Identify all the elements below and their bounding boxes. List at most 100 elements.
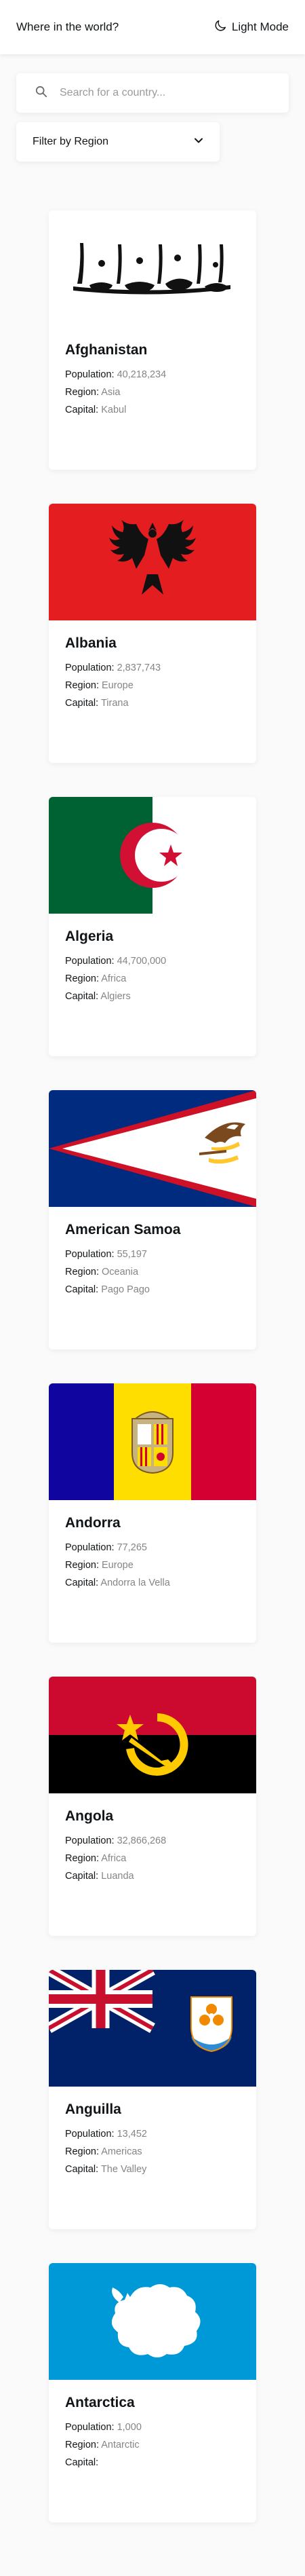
region-label: Region: <box>65 680 99 691</box>
region-label: Region: <box>65 387 99 398</box>
capital-label: Capital: <box>65 2164 99 2175</box>
search-box <box>16 73 289 113</box>
country-name: Anguilla <box>65 2102 121 2117</box>
country-card-algeria[interactable]: Algeria Population: 44,700,000 Region: A… <box>49 797 256 1056</box>
region-row: Region: Americas <box>65 2146 240 2157</box>
population-label: Population: <box>65 1249 115 1260</box>
capital-label: Capital: <box>65 1578 99 1588</box>
country-name: Algeria <box>65 929 114 944</box>
population-label: Population: <box>65 956 115 967</box>
search-input[interactable] <box>60 87 263 99</box>
search-icon <box>35 86 47 101</box>
region-row: Region: Europe <box>65 680 240 691</box>
capital-row: Capital: Algiers <box>65 991 240 1002</box>
population-value: 2,837,743 <box>117 662 161 673</box>
population-value: 13,452 <box>117 2129 147 2140</box>
american-samoa-flag-icon <box>49 1090 256 1207</box>
region-row: Region: Africa <box>65 973 240 984</box>
population-row: Population: 77,265 <box>65 1542 240 1553</box>
chevron-down-icon <box>194 136 203 149</box>
capital-label: Capital: <box>65 1871 99 1882</box>
capital-row: Capital: Tirana <box>65 698 240 709</box>
region-filter-dropdown[interactable]: Filter by Region <box>16 122 220 162</box>
country-card-american-samoa[interactable]: American Samoa Population: 55,197 Region… <box>49 1090 256 1349</box>
population-row: Population: 44,700,000 <box>65 956 240 967</box>
anguilla-flag-icon <box>49 1970 256 2087</box>
capital-row: Capital: The Valley <box>65 2164 240 2175</box>
region-label: Region: <box>65 1853 99 1864</box>
andorra-flag-icon <box>49 1383 256 1500</box>
population-value: 44,700,000 <box>117 956 167 967</box>
country-card-antarctica[interactable]: Antarctica Population: 1,000 Region: Ant… <box>49 2263 256 2522</box>
app-title: Where in the world? <box>16 20 119 33</box>
population-value: 40,218,234 <box>117 369 167 380</box>
country-info: Afghanistan Population: 40,218,234 Regio… <box>49 327 256 415</box>
afghanistan-flag-icon <box>49 210 256 327</box>
population-value: 1,000 <box>117 2422 142 2433</box>
country-name: Albania <box>65 635 117 651</box>
country-info: Algeria Population: 44,700,000 Region: A… <box>49 914 256 1002</box>
capital-label: Capital: <box>65 405 99 415</box>
capital-row: Capital: Kabul <box>65 405 240 415</box>
region-label: Region: <box>65 973 99 984</box>
region-row: Region: Africa <box>65 1853 240 1864</box>
theme-toggle-label: Light Mode <box>231 20 289 33</box>
country-name: Antarctica <box>65 2395 135 2410</box>
capital-label: Capital: <box>65 1284 99 1295</box>
country-card-andorra[interactable]: Andorra Population: 77,265 Region: Europ… <box>49 1383 256 1643</box>
population-row: Population: 2,837,743 <box>65 662 240 673</box>
population-label: Population: <box>65 2129 115 2140</box>
antarctica-flag-icon <box>49 2263 256 2380</box>
population-value: 77,265 <box>117 1542 147 1553</box>
country-card-anguilla[interactable]: Anguilla Population: 13,452 Region: Amer… <box>49 1970 256 2229</box>
algeria-flag-icon <box>49 797 256 914</box>
population-row: Population: 32,866,268 <box>65 1835 240 1846</box>
population-label: Population: <box>65 2422 115 2433</box>
capital-value: The Valley <box>100 2164 147 2175</box>
country-card-albania[interactable]: Albania Population: 2,837,743 Region: Eu… <box>49 504 256 763</box>
population-value: 55,197 <box>117 1249 147 1260</box>
capital-value: Tirana <box>100 698 129 709</box>
population-row: Population: 55,197 <box>65 1249 240 1260</box>
country-name: Andorra <box>65 1515 121 1531</box>
country-info: Andorra Population: 77,265 Region: Europ… <box>49 1500 256 1588</box>
country-name: Angola <box>65 1808 114 1824</box>
capital-row: Capital: Pago Pago <box>65 1284 240 1295</box>
capital-label: Capital: <box>65 991 99 1002</box>
capital-row: Capital: Andorra la Vella <box>65 1578 240 1588</box>
region-label: Region: <box>65 1560 99 1571</box>
country-info: Antarctica Population: 1,000 Region: Ant… <box>49 2380 256 2468</box>
country-name: Afghanistan <box>65 342 148 358</box>
region-value: Africa <box>101 1853 127 1864</box>
population-label: Population: <box>65 1835 115 1846</box>
region-label: Region: <box>65 2440 99 2450</box>
albania-flag-icon <box>49 504 256 620</box>
capital-value: Andorra la Vella <box>100 1578 170 1588</box>
region-row: Region: Europe <box>65 1560 240 1571</box>
country-info: American Samoa Population: 55,197 Region… <box>49 1207 256 1295</box>
population-label: Population: <box>65 369 115 380</box>
capital-value: Luanda <box>101 1871 134 1882</box>
region-row: Region: Asia <box>65 387 240 398</box>
moon-icon <box>213 18 228 37</box>
country-info: Anguilla Population: 13,452 Region: Amer… <box>49 2087 256 2175</box>
region-value: Europe <box>102 1560 134 1571</box>
theme-toggle-button[interactable]: Light Mode <box>213 18 289 37</box>
region-row: Region: Oceania <box>65 1267 240 1277</box>
angola-flag-icon <box>49 1677 256 1793</box>
capital-value: Pago Pago <box>101 1284 150 1295</box>
region-value: Oceania <box>102 1267 139 1277</box>
capital-row: Capital: Luanda <box>65 1871 240 1882</box>
population-label: Population: <box>65 662 115 673</box>
population-label: Population: <box>65 1542 115 1553</box>
population-row: Population: 40,218,234 <box>65 369 240 380</box>
population-row: Population: 1,000 <box>65 2422 240 2433</box>
country-card-angola[interactable]: Angola Population: 32,866,268 Region: Af… <box>49 1677 256 1936</box>
country-card-afghanistan[interactable]: Afghanistan Population: 40,218,234 Regio… <box>49 210 256 470</box>
region-label: Region: <box>65 1267 99 1277</box>
region-value: Africa <box>101 973 127 984</box>
capital-value: Kabul <box>101 405 127 415</box>
country-info: Angola Population: 32,866,268 Region: Af… <box>49 1793 256 1882</box>
region-row: Region: Antarctic <box>65 2440 240 2450</box>
country-name: American Samoa <box>65 1222 181 1237</box>
